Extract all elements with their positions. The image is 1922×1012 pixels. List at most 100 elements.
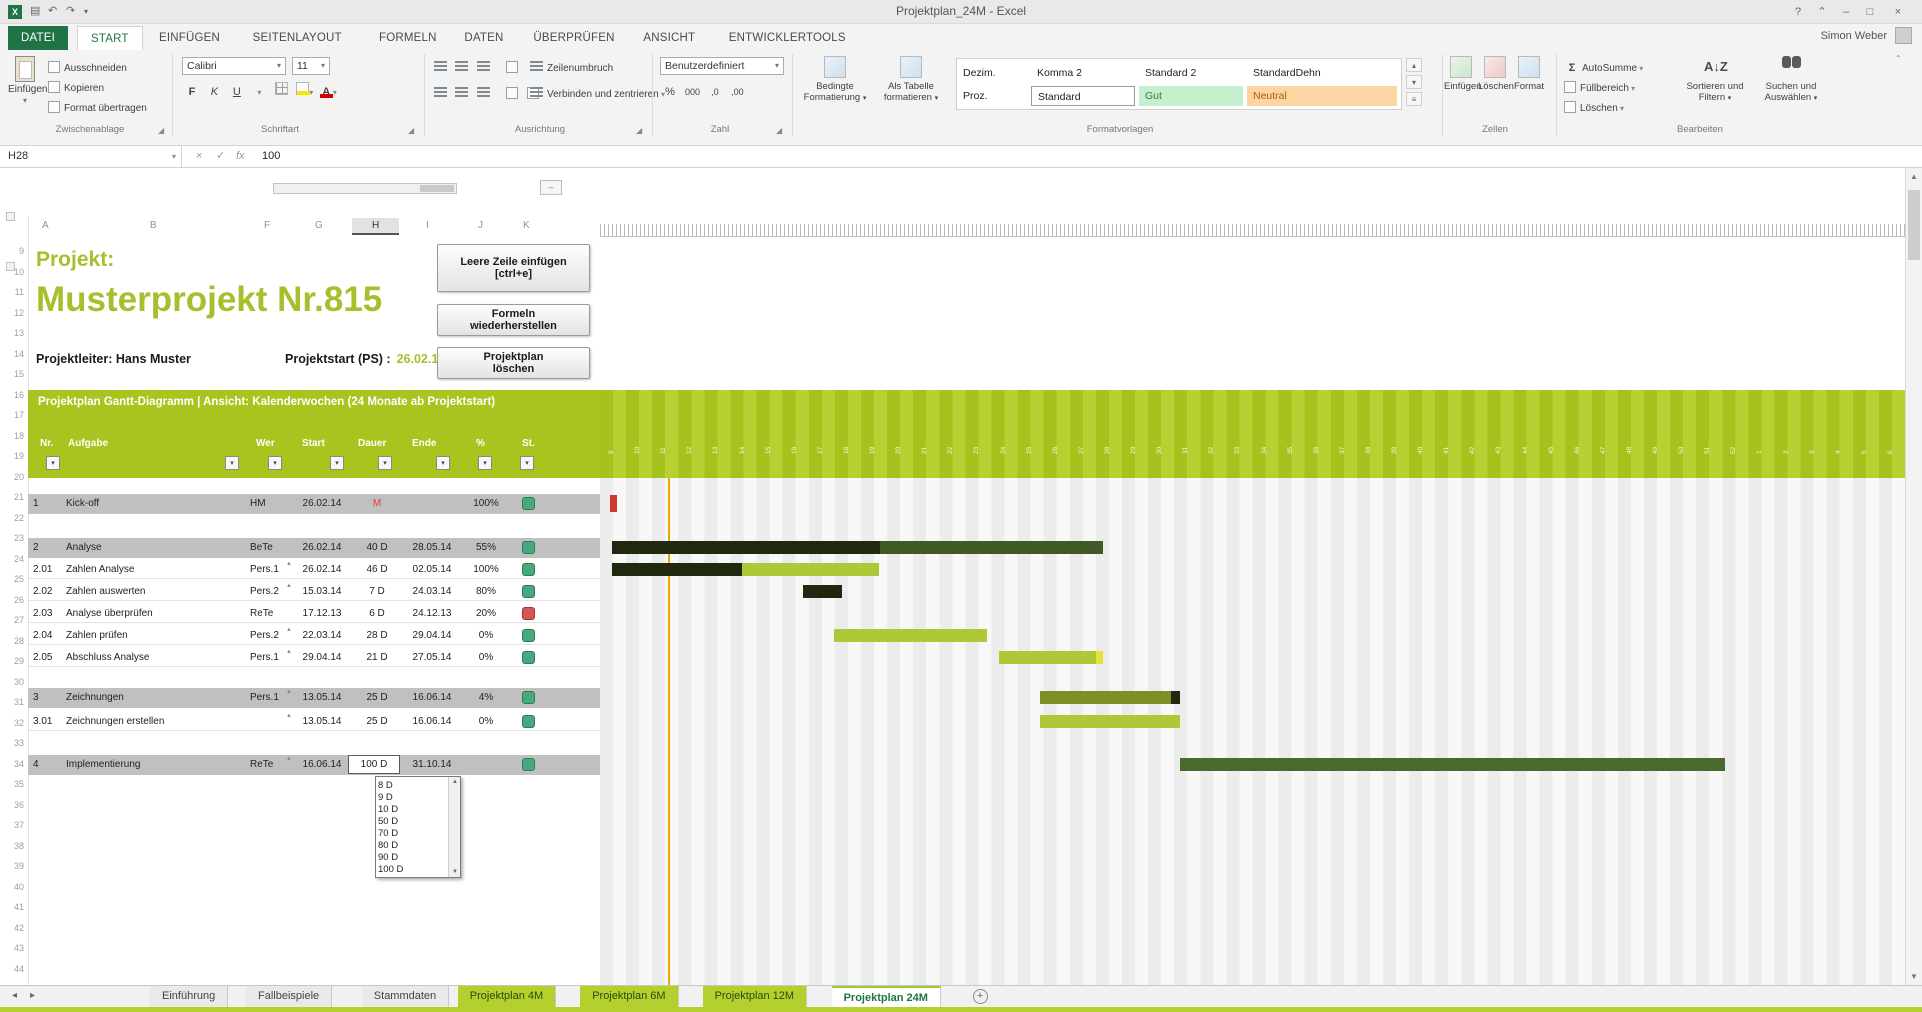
cell-style-Proz.[interactable]: Proz. xyxy=(957,86,1027,106)
clear-button[interactable]: Löschen ▾ xyxy=(1564,98,1624,116)
filter-dropdown-button[interactable]: ▾ xyxy=(330,456,344,470)
row-header-33[interactable]: 33 xyxy=(0,738,24,748)
gallery-up-icon[interactable]: ▴ xyxy=(1406,58,1422,72)
fill-button[interactable]: Füllbereich ▾ xyxy=(1564,78,1635,96)
row-header-14[interactable]: 14 xyxy=(0,349,24,359)
cancel-entry-icon[interactable]: × xyxy=(196,146,202,167)
delete-cells-button[interactable]: Löschen xyxy=(1478,56,1512,92)
column-header-H[interactable]: H xyxy=(352,218,399,235)
row-header-18[interactable]: 18 xyxy=(0,431,24,441)
row-header-32[interactable]: 32 xyxy=(0,718,24,728)
clipboard-dialog-launcher[interactable]: ◢ xyxy=(158,126,168,136)
gallery-down-icon[interactable]: ▾ xyxy=(1406,75,1422,89)
tab-scroll-left-icon[interactable]: ◂ xyxy=(12,990,17,1001)
align-top-icon[interactable] xyxy=(434,61,447,72)
sheet-button-3[interactable]: Projektplanlöschen xyxy=(437,347,590,379)
row-header-11[interactable]: 11 xyxy=(0,287,24,297)
filter-dropdown-button[interactable]: ▾ xyxy=(520,456,534,470)
row-header-37[interactable]: 37 xyxy=(0,820,24,830)
font-size-select[interactable]: 11▾ xyxy=(292,57,330,75)
comma-style-button[interactable]: 000 xyxy=(684,84,700,100)
conditional-formatting-button[interactable]: BedingteFormatierung ▾ xyxy=(800,56,870,104)
row-header-30[interactable]: 30 xyxy=(0,677,24,687)
ribbon-options-button[interactable]: ⌃ xyxy=(1810,3,1834,21)
merge-center-button[interactable]: Verbinden und zentrieren ▾ xyxy=(530,84,665,102)
row-header-25[interactable]: 25 xyxy=(0,574,24,584)
dropdown-item-8D[interactable]: 8 D xyxy=(378,780,393,791)
dropdown-scroll-down-icon[interactable]: ▼ xyxy=(449,869,461,875)
cell-style-Gut[interactable]: Gut xyxy=(1139,86,1243,106)
task-row-2.04[interactable]: 2.04Zahlen prüfenPers.222.03.1428 D29.04… xyxy=(28,626,600,645)
filter-dropdown-button[interactable]: ▾ xyxy=(436,456,450,470)
row-header-36[interactable]: 36 xyxy=(0,800,24,810)
embedded-scrollbar[interactable] xyxy=(273,183,457,194)
vertical-scroll-thumb[interactable] xyxy=(1908,190,1920,260)
vertical-scrollbar[interactable]: ▲ ▼ xyxy=(1905,168,1922,985)
borders-button[interactable] xyxy=(274,82,290,98)
new-sheet-button[interactable]: + xyxy=(973,989,988,1004)
row-header-17[interactable]: 17 xyxy=(0,410,24,420)
sheet-tab-projektplan-4m[interactable]: Projektplan 4M xyxy=(458,986,556,1007)
row-header-29[interactable]: 29 xyxy=(0,656,24,666)
italic-button[interactable]: K xyxy=(206,84,222,100)
row-header-39[interactable]: 39 xyxy=(0,861,24,871)
gallery-more-icon[interactable]: ≡ xyxy=(1406,92,1422,106)
minimize-button[interactable]: – xyxy=(1834,3,1858,21)
format-as-table-button[interactable]: Als Tabelleformatieren ▾ xyxy=(876,56,946,104)
filter-dropdown-button[interactable]: ▾ xyxy=(378,456,392,470)
increase-decimal-button[interactable]: ,0 xyxy=(707,84,723,100)
font-dialog-launcher[interactable]: ◢ xyxy=(408,126,418,136)
align-middle-icon[interactable] xyxy=(455,61,468,72)
bold-button[interactable]: F xyxy=(184,84,200,100)
find-select-button[interactable]: Suchen undAuswählen ▾ xyxy=(1756,56,1826,104)
filter-dropdown-button[interactable]: ▾ xyxy=(478,456,492,470)
dropdown-scroll-up-icon[interactable]: ▲ xyxy=(449,779,461,785)
dropdown-item-70D[interactable]: 70 D xyxy=(378,828,398,839)
orientation-icon[interactable] xyxy=(506,61,518,73)
task-row-2[interactable]: 2AnalyseBeTe26.02.1440 D28.05.1455% xyxy=(28,538,600,558)
row-header-40[interactable]: 40 xyxy=(0,882,24,892)
cell-style-Standard 2[interactable]: Standard 2 xyxy=(1139,63,1243,83)
insert-function-icon[interactable]: fx xyxy=(236,146,245,167)
align-center-icon[interactable] xyxy=(455,87,468,98)
scroll-step-button[interactable]: – xyxy=(540,180,562,195)
row-header-16[interactable]: 16 xyxy=(0,390,24,400)
row-header-44[interactable]: 44 xyxy=(0,964,24,974)
ribbon-tab-formeln[interactable]: FORMELN xyxy=(366,26,450,50)
duration-cell[interactable]: 100 D xyxy=(348,755,400,774)
help-button[interactable]: ? xyxy=(1786,3,1810,21)
column-header-A[interactable]: A xyxy=(42,220,49,231)
close-button[interactable]: × xyxy=(1886,3,1910,21)
ribbon-collapse-icon[interactable]: ⌃ xyxy=(1895,54,1905,64)
row-header-41[interactable]: 41 xyxy=(0,902,24,912)
alignment-dialog-launcher[interactable]: ◢ xyxy=(636,126,646,136)
dropdown-item-90D[interactable]: 90 D xyxy=(378,852,398,863)
sort-filter-button[interactable]: A↓Z Sortieren undFiltern ▾ xyxy=(1680,56,1750,104)
formula-input[interactable]: 100 xyxy=(262,146,280,167)
filter-dropdown-button[interactable]: ▾ xyxy=(46,456,60,470)
row-header-10[interactable]: 10 xyxy=(0,267,24,277)
column-header-B[interactable]: B xyxy=(150,220,157,231)
task-row-2.05[interactable]: 2.05Abschluss AnalysePers.129.04.1421 D2… xyxy=(28,648,600,667)
row-header-43[interactable]: 43 xyxy=(0,943,24,953)
underline-button[interactable]: U xyxy=(229,84,245,100)
decrease-indent-icon[interactable] xyxy=(506,87,518,99)
restore-button[interactable]: □ xyxy=(1858,3,1882,21)
font-color-button[interactable]: A▾ xyxy=(320,84,337,100)
format-cells-button[interactable]: Format xyxy=(1512,56,1546,92)
row-header-22[interactable]: 22 xyxy=(0,513,24,523)
cut-button[interactable]: Ausschneiden xyxy=(48,58,127,76)
align-left-icon[interactable] xyxy=(434,87,447,98)
number-dialog-launcher[interactable]: ◢ xyxy=(776,126,786,136)
decrease-decimal-button[interactable]: ,00 xyxy=(729,84,745,100)
outline-button[interactable] xyxy=(6,212,15,221)
insert-cells-button[interactable]: Einfügen xyxy=(1444,56,1478,92)
row-header-27[interactable]: 27 xyxy=(0,615,24,625)
font-name-select[interactable]: Calibri▾ xyxy=(182,57,286,75)
copy-button[interactable]: Kopieren xyxy=(48,78,104,96)
wrap-text-button[interactable]: Zeilenumbruch xyxy=(530,58,613,76)
row-header-23[interactable]: 23 xyxy=(0,533,24,543)
row-header-35[interactable]: 35 xyxy=(0,779,24,789)
cell-style-Komma 2[interactable]: Komma 2 xyxy=(1031,63,1135,83)
row-header-20[interactable]: 20 xyxy=(0,472,24,482)
